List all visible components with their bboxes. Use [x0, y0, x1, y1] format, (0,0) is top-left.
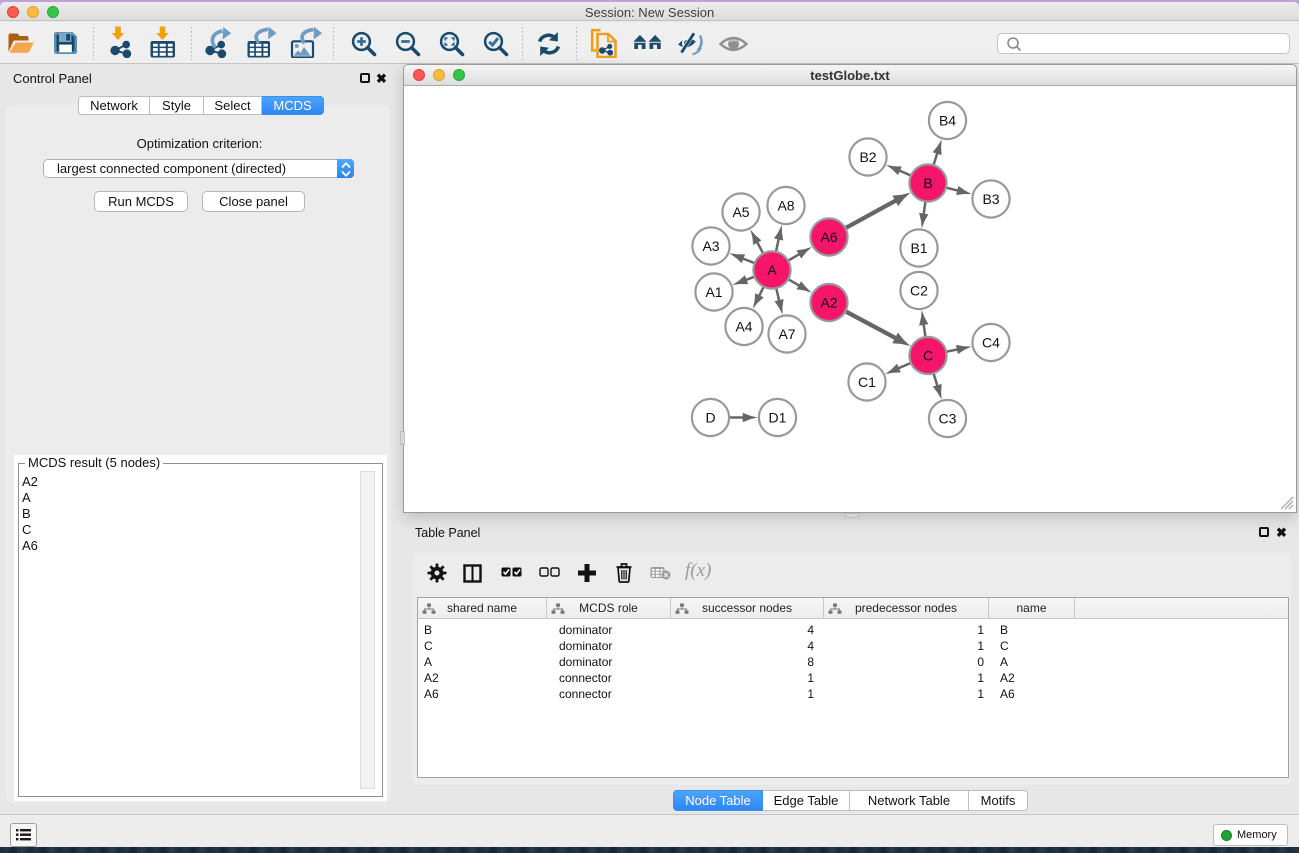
svg-text:A: A	[767, 262, 777, 278]
svg-text:A7: A7	[778, 326, 795, 342]
svg-text:C4: C4	[982, 334, 1000, 350]
svg-text:A8: A8	[777, 197, 794, 213]
svg-text:A6: A6	[820, 229, 837, 245]
svg-text:C3: C3	[939, 410, 957, 426]
svg-text:A2: A2	[820, 294, 837, 310]
svg-text:B1: B1	[910, 240, 927, 256]
svg-text:C2: C2	[910, 282, 928, 298]
svg-text:C1: C1	[858, 374, 876, 390]
svg-text:A1: A1	[705, 284, 722, 300]
svg-text:B2: B2	[859, 149, 876, 165]
svg-text:D: D	[705, 409, 715, 425]
svg-text:B3: B3	[982, 191, 999, 207]
svg-text:B: B	[923, 175, 932, 191]
svg-text:D1: D1	[769, 409, 787, 425]
svg-text:A5: A5	[732, 204, 749, 220]
svg-text:A4: A4	[735, 318, 752, 334]
svg-text:A3: A3	[702, 238, 719, 254]
svg-text:C: C	[923, 347, 933, 363]
svg-text:B4: B4	[939, 112, 956, 128]
